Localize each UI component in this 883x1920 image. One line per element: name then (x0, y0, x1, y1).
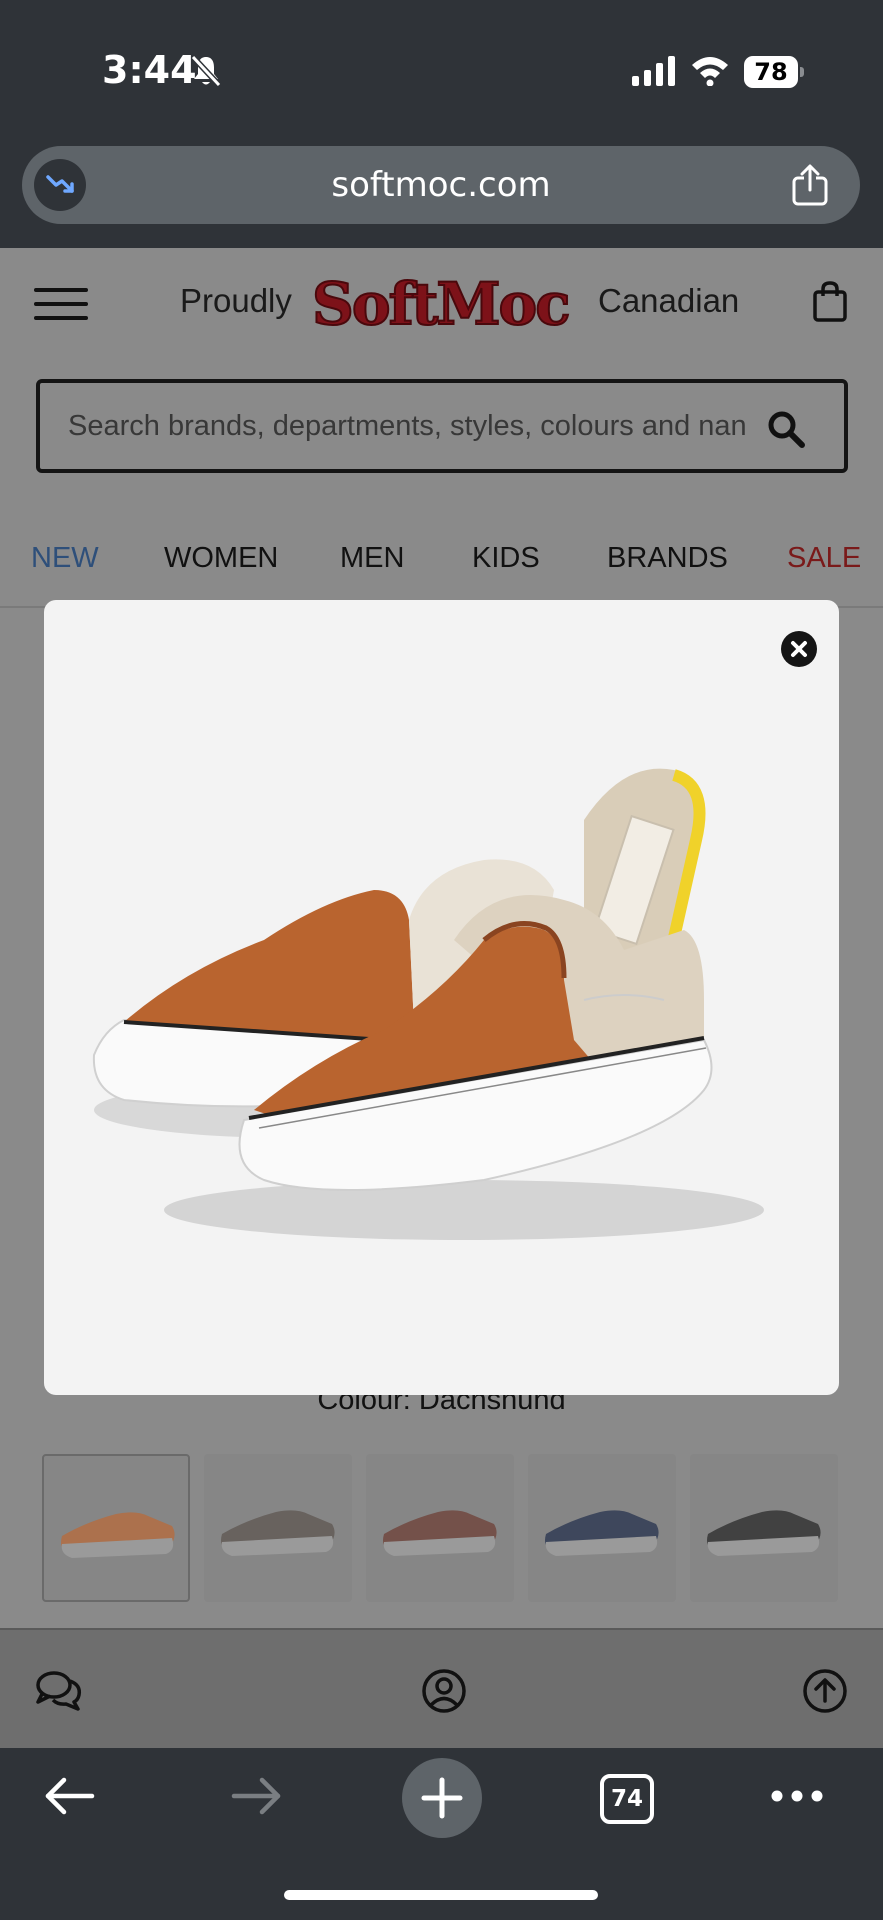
close-modal-button[interactable] (781, 631, 817, 667)
main-nav: NEW WOMEN MEN KIDS BRANDS SALE (0, 528, 883, 588)
wifi-icon (692, 57, 728, 86)
battery-level: 78 (744, 56, 798, 88)
thumbnail-colour-2[interactable] (204, 1454, 352, 1602)
back-arrow-icon[interactable] (44, 1776, 96, 1816)
status-bar: 3:44 78 softmoc.com (0, 0, 883, 224)
product-image-modal (44, 600, 839, 1395)
status-time: 3:44 (102, 48, 197, 92)
thumbnail-colour-5[interactable] (690, 1454, 838, 1602)
plus-icon (421, 1777, 463, 1819)
colour-thumbnails (42, 1454, 842, 1602)
tabs-count-button[interactable]: 74 (600, 1774, 654, 1824)
address-bar[interactable]: softmoc.com (22, 146, 860, 224)
search-icon[interactable] (766, 409, 806, 449)
home-indicator (284, 1890, 598, 1900)
battery-indicator: 78 (744, 56, 806, 88)
search-input[interactable]: Search brands, departments, styles, colo… (68, 383, 778, 469)
silent-bell-icon (190, 54, 222, 88)
nav-sale[interactable]: SALE (787, 528, 861, 588)
thumbnail-dachshund[interactable] (42, 1454, 190, 1602)
shopping-bag-icon[interactable] (812, 280, 848, 322)
nav-new[interactable]: NEW (31, 528, 99, 588)
nav-men[interactable]: MEN (340, 528, 404, 588)
scroll-to-top-icon[interactable] (800, 1668, 850, 1714)
account-icon[interactable] (419, 1668, 469, 1714)
nav-kids[interactable]: KIDS (472, 528, 540, 588)
thumbnail-shoe-icon (221, 1510, 335, 1556)
header-tagline-left: Proudly (180, 282, 292, 319)
page-footer-bar (0, 1630, 883, 1748)
hamburger-menu-icon[interactable] (34, 288, 88, 322)
thumbnail-colour-4[interactable] (528, 1454, 676, 1602)
thumbnail-shoe-icon (707, 1510, 821, 1556)
softmoc-logo[interactable]: SoftMoc (311, 269, 572, 339)
close-icon (791, 641, 807, 657)
chat-icon[interactable] (34, 1668, 84, 1714)
nav-brands[interactable]: BRANDS (607, 528, 728, 588)
share-icon[interactable] (790, 164, 830, 206)
thumbnail-shoe-icon (61, 1512, 175, 1558)
new-tab-button[interactable] (402, 1758, 482, 1838)
search-box[interactable]: Search brands, departments, styles, colo… (36, 379, 848, 473)
thumbnail-shoe-icon (545, 1510, 659, 1556)
product-shoe-image (92, 768, 764, 1240)
header-tagline-right: Canadian (598, 282, 740, 319)
forward-arrow-icon[interactable] (230, 1776, 282, 1816)
cellular-signal-icon (632, 56, 675, 86)
thumbnail-colour-3[interactable] (366, 1454, 514, 1602)
nav-women[interactable]: WOMEN (164, 528, 278, 588)
thumbnail-shoe-icon (383, 1510, 497, 1556)
url-text[interactable]: softmoc.com (22, 146, 860, 224)
more-options-icon[interactable] (770, 1786, 824, 1806)
